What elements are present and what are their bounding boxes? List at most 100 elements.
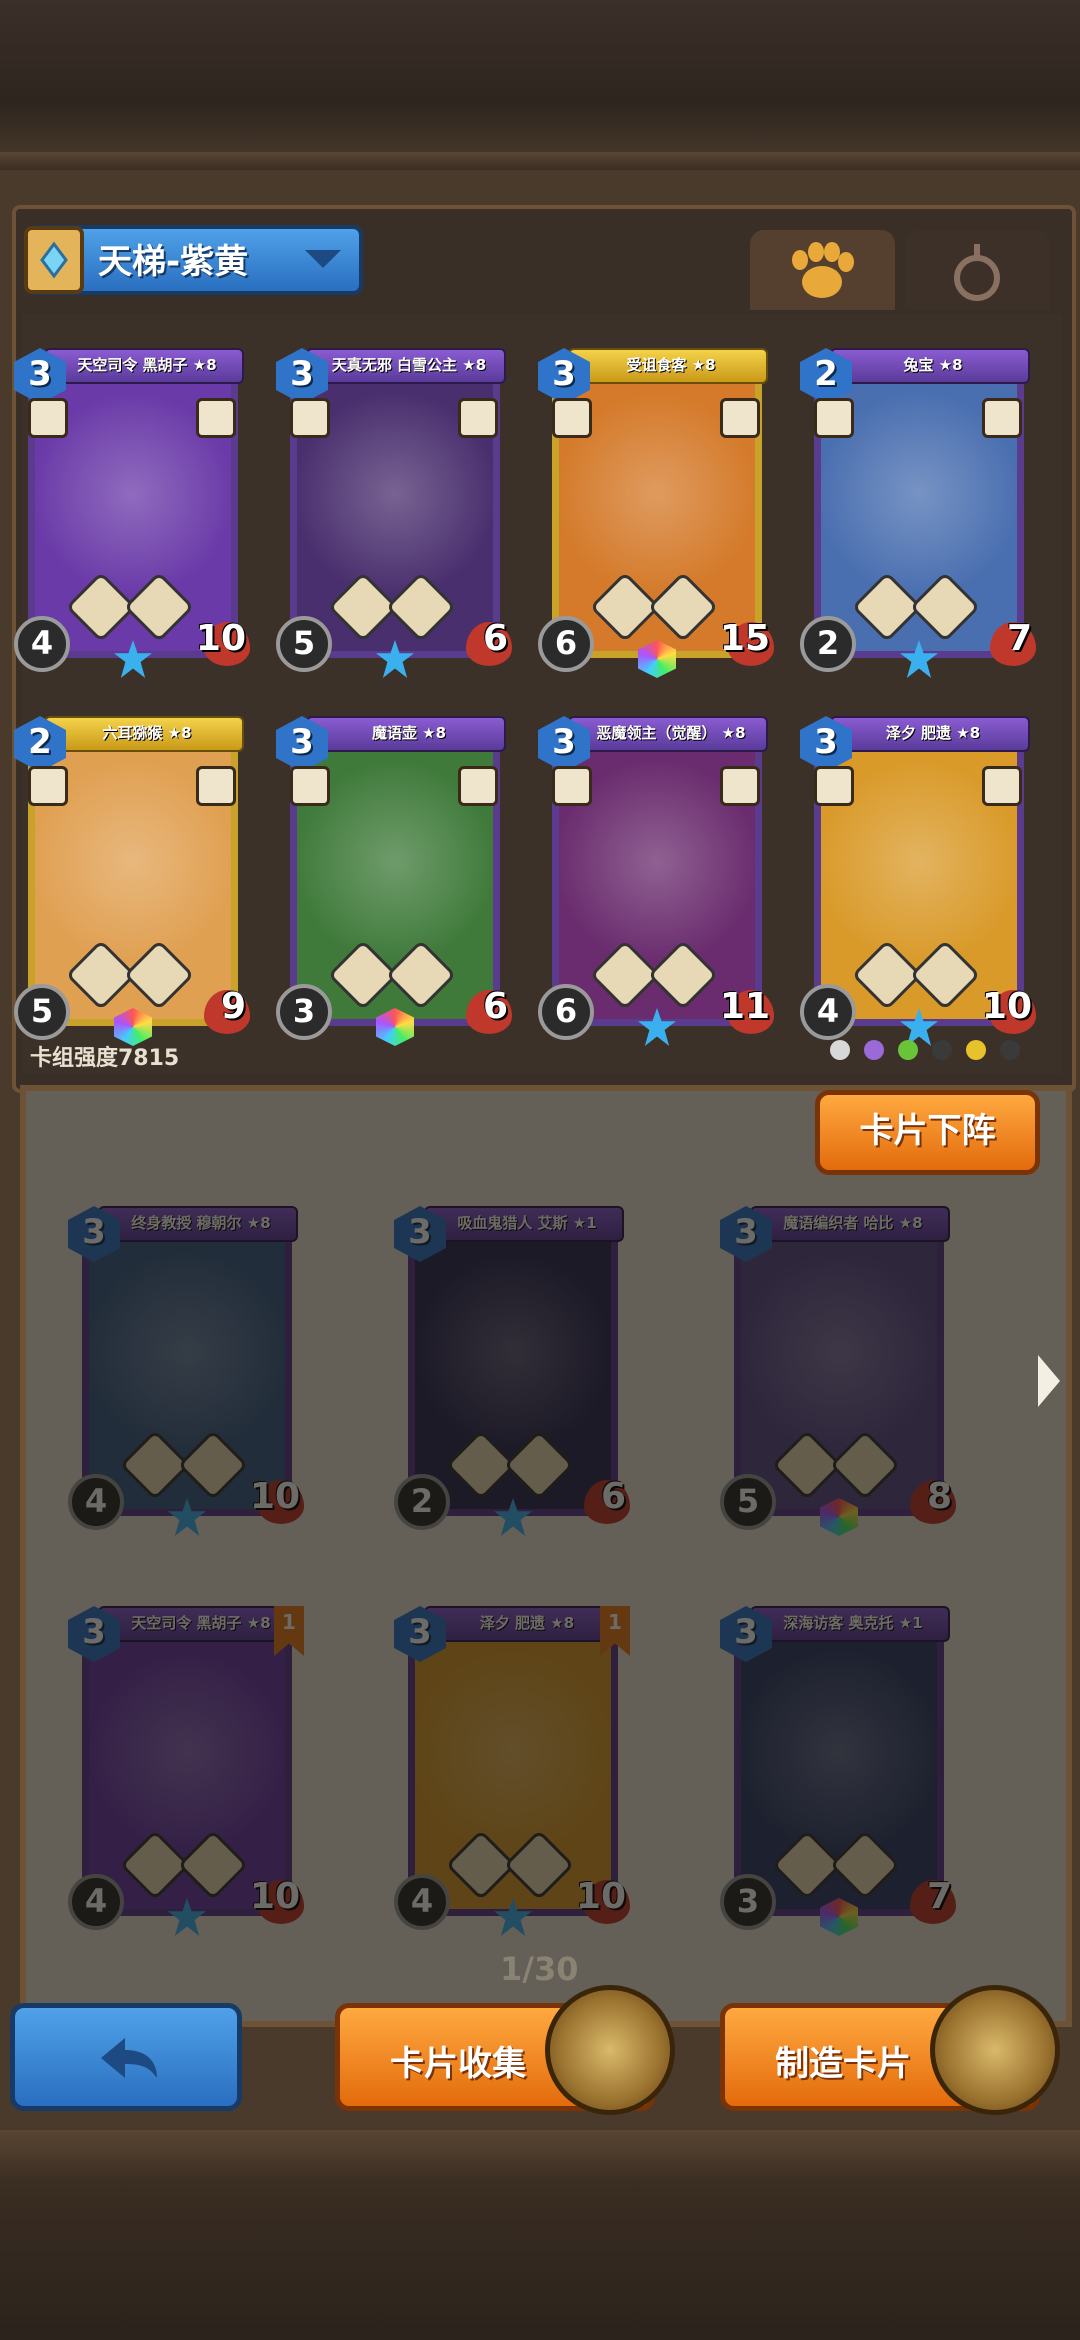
health-value: 10	[195, 618, 246, 659]
back-button[interactable]	[10, 2003, 242, 2111]
health-value: 6	[482, 618, 508, 659]
deck-name: 天梯-紫黄	[98, 242, 249, 282]
mana-cost-value: 3	[552, 354, 576, 394]
attack-value: 6	[554, 624, 578, 662]
health-value: 7	[1006, 618, 1032, 659]
card-collection-icon[interactable]	[545, 1985, 675, 2115]
health-value: 6	[482, 986, 508, 1027]
health-stat: 11	[710, 984, 774, 1040]
deck_cards-card[interactable]: 受诅食客 ★8 3 6 15	[538, 348, 774, 678]
health-value: 9	[220, 986, 246, 1027]
trait-badge-icon	[720, 398, 760, 438]
mana-cost-value: 3	[814, 722, 838, 762]
attack-stat: 5	[276, 616, 332, 672]
deck_cards-card[interactable]: 恶魔领主（觉醒） ★8 3 6 11	[538, 716, 774, 1046]
class-legend	[830, 1040, 1020, 1060]
unequip-card-button[interactable]: 卡片下阵	[815, 1090, 1040, 1175]
attack-value: 4	[30, 624, 54, 662]
ability-badge-icon	[552, 398, 592, 438]
ability-badge-icon	[290, 398, 330, 438]
deck_cards-card[interactable]: 六耳猕猴 ★8 2 5 9	[14, 716, 250, 1046]
health-stat: 10	[972, 984, 1036, 1040]
ability-badge-icon	[290, 766, 330, 806]
deck_cards-card[interactable]: 天真无邪 白雪公主 ★8 3 5 6	[276, 348, 512, 678]
card-title: 六耳猕猴 ★8	[102, 724, 192, 742]
class-filter-icon[interactable]	[966, 1040, 986, 1060]
mana-cost-value: 3	[552, 722, 576, 762]
attack-value: 5	[30, 992, 54, 1030]
craft-card-label: 制造卡片	[775, 2044, 911, 2084]
attack-value: 2	[816, 624, 840, 662]
health-stat: 9	[186, 984, 250, 1040]
tab-beast[interactable]	[750, 230, 895, 310]
attack-value: 5	[292, 624, 316, 662]
mana-cost-value: 3	[28, 354, 52, 394]
card-title: 魔语壶 ★8	[371, 724, 447, 742]
card-title: 泽夕 肥遗 ★8	[885, 724, 981, 742]
ability-badge-icon	[28, 398, 68, 438]
bottom-bar	[0, 2130, 1080, 2340]
craft-paw-jar-icon[interactable]	[930, 1985, 1060, 2115]
attack-stat: 4	[14, 616, 70, 672]
next-page-arrow-icon[interactable]	[1038, 1355, 1060, 1407]
card-title: 恶魔领主（觉醒） ★8	[596, 724, 746, 742]
trait-badge-icon	[196, 766, 236, 806]
health-stat: 6	[448, 984, 512, 1040]
trait-badge-icon	[720, 766, 760, 806]
mana-cost-value: 2	[28, 722, 52, 762]
health-stat: 10	[186, 616, 250, 672]
deck-book-icon	[24, 226, 84, 294]
card-title: 天真无邪 白雪公主 ★8	[331, 356, 487, 374]
deck_cards-card[interactable]: 兔宝 ★8 2 2 7	[800, 348, 1036, 678]
attack-stat: 3	[276, 984, 332, 1040]
health-stat: 6	[448, 616, 512, 672]
class-filter-icon[interactable]	[830, 1040, 850, 1060]
deck_cards-card[interactable]: 魔语壶 ★8 3 3 6	[276, 716, 512, 1046]
back-arrow-icon	[101, 2038, 157, 2078]
card-title: 受诅食客 ★8	[626, 356, 716, 374]
deck-power: 卡组强度7815	[30, 1046, 180, 1071]
ability-badge-icon	[28, 766, 68, 806]
tab-potion[interactable]	[905, 230, 1050, 310]
class-filter-icon[interactable]	[932, 1040, 952, 1060]
potion-icon	[954, 244, 1000, 301]
health-stat: 15	[710, 616, 774, 672]
trait-badge-icon	[982, 766, 1022, 806]
deck_cards-card[interactable]: 泽夕 肥遗 ★8 3 4 10	[800, 716, 1036, 1046]
trait-badge-icon	[458, 398, 498, 438]
chevron-down-icon	[305, 250, 341, 268]
trait-badge-icon	[982, 398, 1022, 438]
attack-stat: 5	[14, 984, 70, 1040]
mana-cost-value: 2	[814, 354, 838, 394]
top-background	[0, 0, 1080, 170]
attack-stat: 6	[538, 984, 594, 1040]
attack-value: 3	[292, 992, 316, 1030]
mana-cost-value: 3	[290, 722, 314, 762]
card-title: 兔宝 ★8	[903, 356, 963, 374]
ability-badge-icon	[814, 398, 854, 438]
attack-stat: 4	[800, 984, 856, 1040]
deck_cards-card[interactable]: 天空司令 黑胡子 ★8 3 4 10	[14, 348, 250, 678]
attack-value: 4	[816, 992, 840, 1030]
dim-overlay	[26, 1091, 1066, 2021]
card-collection-label: 卡片收集	[390, 2044, 526, 2084]
class-filter-icon[interactable]	[898, 1040, 918, 1060]
class-filter-icon[interactable]	[864, 1040, 884, 1060]
attack-stat: 6	[538, 616, 594, 672]
ability-badge-icon	[814, 766, 854, 806]
health-value: 10	[981, 986, 1032, 1027]
health-value: 11	[719, 986, 770, 1027]
ability-badge-icon	[552, 766, 592, 806]
trait-badge-icon	[458, 766, 498, 806]
health-value: 15	[719, 618, 770, 659]
mana-cost-value: 3	[290, 354, 314, 394]
health-stat: 7	[972, 616, 1036, 672]
class-filter-icon[interactable]	[1000, 1040, 1020, 1060]
attack-stat: 2	[800, 616, 856, 672]
trait-badge-icon	[196, 398, 236, 438]
collection-panel: 终身教授 穆朝尔 ★83410吸血鬼猎人 艾斯 ★1326魔语编织者 哈比 ★8…	[20, 1085, 1072, 2027]
page-indicator: 1/30	[500, 1950, 579, 1988]
card-title: 天空司令 黑胡子 ★8	[77, 356, 217, 374]
paw-icon	[792, 242, 854, 298]
attack-value: 6	[554, 992, 578, 1030]
